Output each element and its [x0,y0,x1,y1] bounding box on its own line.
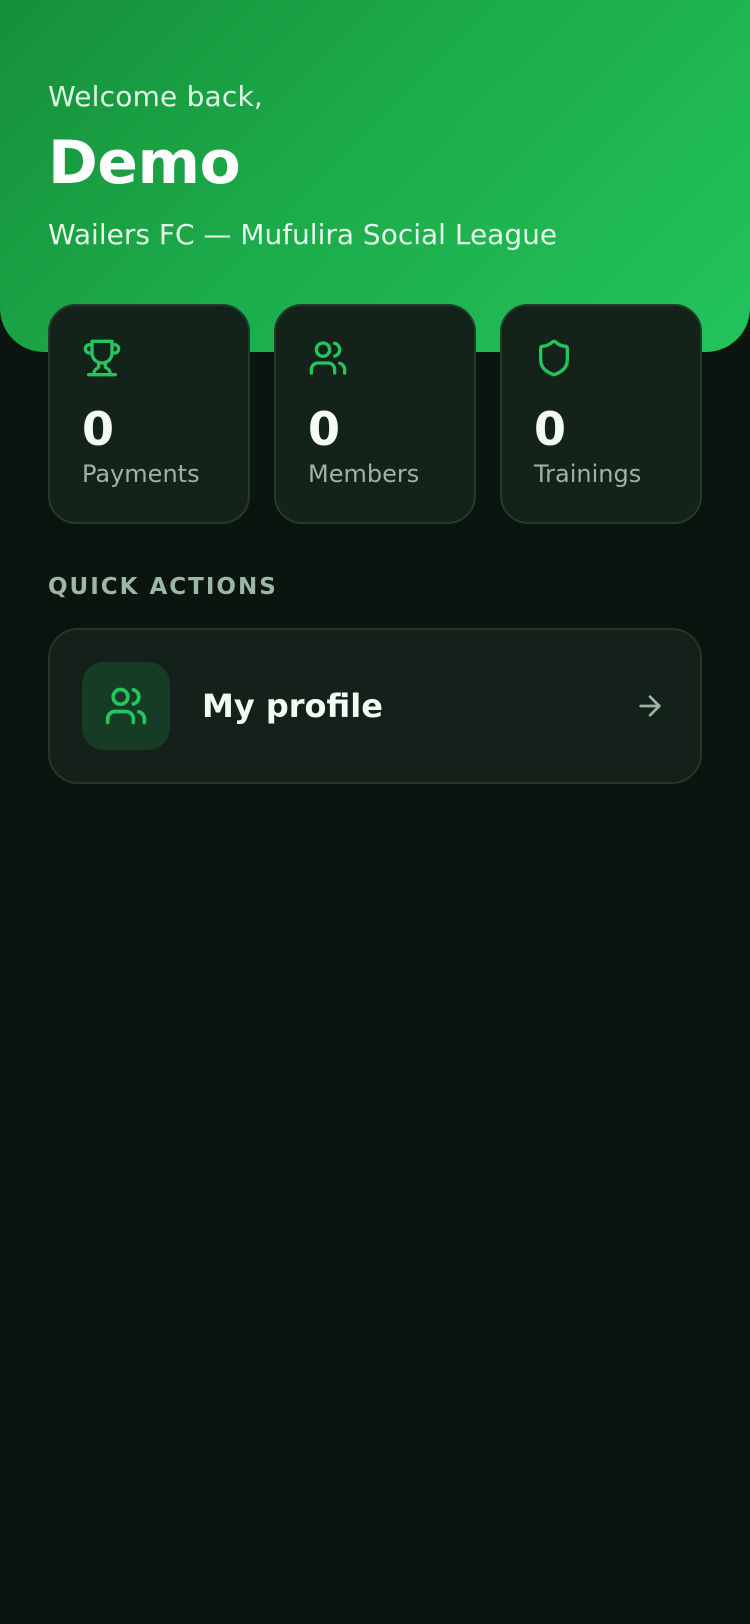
stat-label-members: Members [308,460,420,488]
stat-label-payments: Payments [82,460,200,488]
welcome-text: Welcome back, [48,80,264,113]
arrow-right-icon [639,695,661,717]
users-icon [309,341,347,375]
welcome-header: Welcome back, Demo Wailers FC — Mufulira… [0,0,750,352]
quick-actions-heading: QUICK ACTIONS [48,574,278,600]
user-name: Demo [48,128,241,198]
stat-card-members[interactable]: 0 Members [274,304,476,524]
stat-value-members: 0 [308,402,341,456]
stat-label-trainings: Trainings [534,460,642,488]
dashboard-screen: Welcome back, Demo Wailers FC — Mufulira… [0,0,750,1624]
stat-value-trainings: 0 [534,402,567,456]
my-profile-button[interactable]: My profile [48,628,702,784]
my-profile-label: My profile [202,687,383,725]
stats-row: 0 Payments 0 Members 0 Trainings [48,304,702,524]
club-subtitle: Wailers FC — Mufulira Social League [48,218,558,251]
users-icon [105,687,147,725]
shield-icon [539,339,569,377]
stat-value-payments: 0 [82,402,115,456]
stat-card-payments[interactable]: 0 Payments [48,304,250,524]
trophy-icon [83,339,121,377]
stat-card-trainings[interactable]: 0 Trainings [500,304,702,524]
my-profile-icon-tile [82,662,170,750]
